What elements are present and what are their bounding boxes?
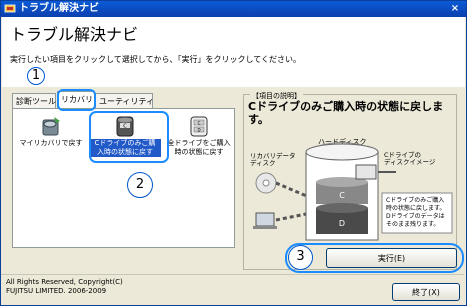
note-line-1: Cドライブのみご購入 [386,196,444,204]
tab-diagnostic-tools[interactable]: 診断ツール [12,93,56,108]
callout-1: 1 [27,67,45,85]
item-label: マイリカバリで戻す [19,139,83,147]
svg-text:C: C [198,121,201,126]
item-label-line1: 全ドライブをご購入 [167,139,231,147]
my-recovery-icon [42,117,60,136]
svg-text:D: D [197,128,200,133]
app-icon [4,4,16,13]
copyright-line1: All Rights Reserved, Copyright(C) [6,278,123,286]
close-icon[interactable]: × [449,3,461,14]
callout-2: 2 [127,172,153,198]
disk-image-icon [355,164,377,180]
c-image-label-2: ディスクイメージ [384,157,436,166]
page-title: トラブル解決ナビ [10,25,139,44]
item-label: 全ドライブをご購入 時の状態に戻す [163,139,235,157]
copyright-text: All Rights Reserved, Copyright(C) FUJITS… [6,278,123,296]
note-line-3: Dドライブのデータは [386,212,445,220]
laptop-base [253,226,277,229]
copyright-line2: FUJITSU LIMITED. 2006-2009 [6,287,107,295]
execute-button[interactable]: 実行(E) [326,248,457,268]
item-my-recovery[interactable]: マイリカバリで戻す [15,115,87,148]
item-all-drive-restore[interactable]: C D 全ドライブをご購入 時の状態に戻す [163,115,235,157]
recovery-disk-label-2: ディスク [250,158,276,167]
tab-highlight-ring [57,89,96,111]
all-drive-restore-icon: C D [190,116,208,137]
note-line-2: 時の状態に戻します。 [386,204,445,212]
item-label-line2: 時の状態に戻す [174,148,224,156]
tab-utility[interactable]: ユーティリティ [95,93,154,108]
header-area: トラブル解決ナビ 実行したい項目をクリックして選択してから、「実行」をクリックし… [2,17,465,87]
note-line-4: そのまま残ります。 [386,220,439,228]
window-title: トラブル解決ナビ [19,3,99,14]
description-text: Cドライブのみご購入時の状態に戻します。 [248,100,444,126]
title-bar[interactable]: トラブル解決ナビ × [1,1,466,17]
laptop-icon [255,212,275,227]
recovery-diagram: リカバリデータ ディスク ハードディスク C D Cドライブの ディスクイメージ… [250,137,453,241]
d-partition-top [316,203,368,213]
exit-button[interactable]: 終了(X) [392,283,460,301]
instruction-text: 実行したい項目をクリックして選択してから、「実行」をクリックしてください。 [10,55,302,64]
item-highlight-ring [89,111,169,163]
hard-disk-top [305,143,379,161]
d-label: D [339,219,345,228]
disc-hole [262,179,270,187]
footer-divider [1,274,464,275]
c-label: C [339,191,345,200]
callout-3: 3 [288,245,313,270]
